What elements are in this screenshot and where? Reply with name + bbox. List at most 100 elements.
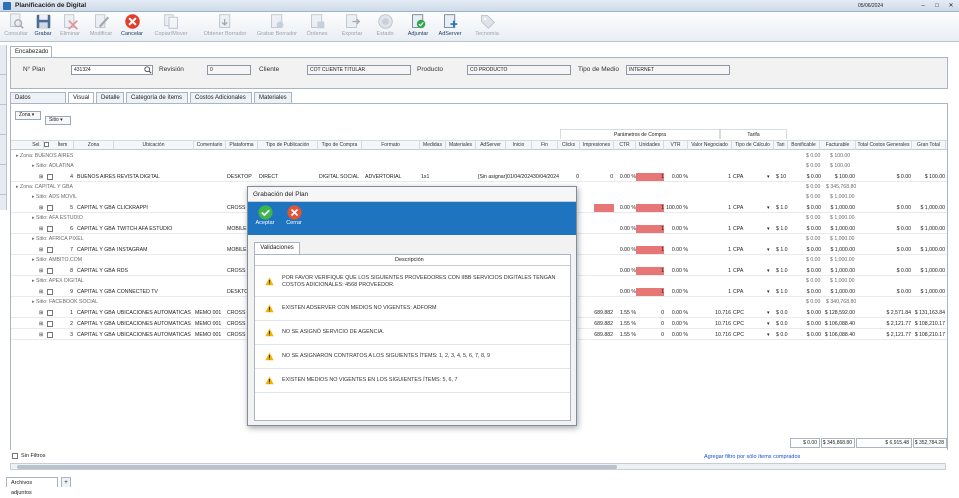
side-tab[interactable]	[0, 165, 6, 195]
cell-unidades[interactable]: 1	[636, 204, 664, 212]
accept-button[interactable]: Aceptar	[252, 205, 278, 233]
zone-group-header[interactable]: ▸ Zona: BUENOS AIRES	[16, 153, 73, 159]
site-group-header[interactable]: ▸ Sitio: AFRICA PIXEL	[32, 236, 84, 242]
chevron-down-icon[interactable]: ▾	[767, 225, 770, 233]
site-group-header[interactable]: ▸ Sitio: APEX DIGITAL	[32, 278, 84, 284]
chevron-down-icon[interactable]: ▾	[767, 320, 770, 328]
cell-tipo-calculo[interactable]: CPA	[733, 225, 759, 233]
col-fin[interactable]: Fin	[532, 140, 558, 150]
grabar-button[interactable]: Grabar	[31, 13, 55, 41]
zona-filter-button[interactable]: Zona ▾	[15, 111, 41, 120]
validation-message[interactable]: EXISTEN MEDIOS NO VIGENTES EN LOS SIGUIE…	[255, 369, 570, 393]
expand-icon[interactable]: ⊞	[39, 173, 43, 181]
eliminar-button[interactable]: Eliminar	[57, 13, 83, 41]
col-sel[interactable]: Sel.	[30, 140, 44, 150]
zone-group-header[interactable]: ▸ Zona: CAPITAL Y GBA	[16, 184, 73, 190]
grabar-borrador-button[interactable]: Grabar Borrador	[254, 13, 300, 41]
site-group-header[interactable]: ▸ Sitio: FACEBOOK SOCIAL	[32, 299, 98, 305]
encabezado-tab[interactable]: Encabezado	[10, 46, 52, 57]
side-tab[interactable]	[0, 75, 6, 105]
estado-button[interactable]: Estado	[372, 13, 398, 41]
consultar-button[interactable]: Consultar	[2, 13, 30, 41]
col-ctr[interactable]: CTR	[614, 140, 636, 150]
validaciones-tab[interactable]: Validaciones	[254, 242, 300, 254]
row-select-checkbox[interactable]	[47, 310, 53, 316]
col-item[interactable]: Ítem	[52, 140, 74, 150]
expand-icon[interactable]: ⊞	[39, 225, 43, 233]
tab-materiales[interactable]: Materiales	[254, 92, 292, 103]
tab-datos-principales[interactable]: Datos Principales	[10, 92, 66, 111]
cell-tipo-calculo[interactable]: CPA	[733, 173, 759, 181]
validation-message[interactable]: POR FAVOR VERIFIQUE QUE LOS SIGUIENTES P…	[255, 267, 570, 297]
cell-tipo-calculo[interactable]: CPC	[733, 309, 759, 317]
row-select-checkbox[interactable]	[47, 174, 53, 180]
col-tipo-calculo[interactable]: Tipo de Cálculo	[732, 140, 774, 150]
col-facturable[interactable]: Facturable	[820, 140, 856, 150]
expand-icon[interactable]: ⊞	[39, 309, 43, 317]
validation-message[interactable]: NO SE ASIGNARON CONTRATOS A LOS SIGUIENT…	[255, 345, 570, 369]
cell-unidades[interactable]: 1	[636, 246, 664, 254]
cell-impresiones[interactable]	[594, 204, 614, 212]
agregar-filtro-link[interactable]: Agregar filtro por sólo ítems comprados	[704, 454, 800, 460]
col-valor-negociado[interactable]: Valor Negociado	[688, 140, 732, 150]
col-formato[interactable]: Formato	[362, 140, 420, 150]
row-select-checkbox[interactable]	[47, 332, 53, 338]
cancelar-button[interactable]: Cancelar	[118, 13, 146, 41]
col-unidades[interactable]: Unidades	[636, 140, 664, 150]
expand-icon[interactable]: ⊞	[39, 267, 43, 275]
row-select-checkbox[interactable]	[47, 321, 53, 327]
sitio-filter-button[interactable]: Sitio ▾	[45, 116, 71, 125]
cell-tipo-calculo[interactable]: CPC	[733, 331, 759, 339]
table-row[interactable]: ⊞ 4 BUENOS AIRES REVISTA DIGITAL DESKTOP…	[11, 172, 947, 182]
plan-input[interactable]: 431324	[71, 65, 153, 75]
tecnomia-button[interactable]: Tecnomia	[470, 13, 504, 41]
col-clicks[interactable]: Clicks	[558, 140, 580, 150]
col-tarifa[interactable]: Tari	[774, 140, 788, 150]
archivos-adjuntos-tab[interactable]: Archivos adjuntos	[6, 477, 58, 496]
maximize-button[interactable]: □	[931, 2, 943, 10]
expand-icon[interactable]: ⊞	[39, 246, 43, 254]
tab-detalle[interactable]: Detalle	[96, 92, 124, 103]
row-select-checkbox[interactable]	[47, 247, 53, 253]
cell-tipo-calculo[interactable]: CPA	[733, 267, 759, 275]
cell-unidades[interactable]: 1	[636, 267, 664, 275]
chevron-down-icon[interactable]: ▾	[767, 309, 770, 317]
col-gran-total[interactable]: Gran Total	[912, 140, 946, 150]
col-ubicacion[interactable]: Ubicación	[114, 140, 194, 150]
select-all-checkbox[interactable]	[44, 142, 49, 147]
sin-filtros-checkbox[interactable]	[12, 453, 18, 459]
cell-unidades[interactable]: 1	[636, 288, 664, 296]
row-select-checkbox[interactable]	[47, 205, 53, 211]
site-group-header[interactable]: ▸ Sitio: ADLATINA	[32, 163, 74, 169]
chevron-down-icon[interactable]: ▾	[767, 246, 770, 254]
col-plataforma[interactable]: Plataforma	[226, 140, 258, 150]
col-adserver[interactable]: AdServer	[476, 140, 506, 150]
modificar-button[interactable]: Modificar	[86, 13, 116, 41]
adserver-button[interactable]: AdServer	[435, 13, 465, 41]
copiar-mover-button[interactable]: Copiar/Mover	[150, 13, 192, 41]
side-tab[interactable]	[0, 135, 6, 165]
row-select-checkbox[interactable]	[47, 289, 53, 295]
tab-categoria-items[interactable]: Categoría de ítems	[126, 92, 188, 103]
cell-tipo-calculo[interactable]: CPA	[733, 288, 759, 296]
expand-icon[interactable]: ⊞	[39, 320, 43, 328]
col-zona[interactable]: Zona	[74, 140, 114, 150]
col-medidas[interactable]: Medidas	[420, 140, 446, 150]
chevron-down-icon[interactable]: ▾	[767, 288, 770, 296]
close-dialog-button[interactable]: Cerrar	[281, 205, 307, 233]
cell-tipo-calculo[interactable]: CPC	[733, 320, 759, 328]
site-group-header[interactable]: ▸ Sitio: ADS MOVIL	[32, 194, 77, 200]
side-tab[interactable]	[0, 45, 6, 75]
close-window-button[interactable]: ✕	[945, 2, 957, 10]
cell-tipo-calculo[interactable]: CPA	[733, 246, 759, 254]
obtener-borrador-button[interactable]: Obtener Borrador	[200, 13, 250, 41]
chevron-down-icon[interactable]: ▾	[767, 204, 770, 212]
cell-tipo-calculo[interactable]: CPA	[733, 204, 759, 212]
site-group-header[interactable]: ▸ Sitio: AFA ESTUDIO	[32, 215, 83, 221]
col-total-costos[interactable]: Total Costos Generales	[856, 140, 912, 150]
minimize-button[interactable]: –	[917, 2, 929, 10]
chevron-down-icon[interactable]: ▾	[767, 173, 770, 181]
col-inicio[interactable]: Inicio	[506, 140, 532, 150]
cell-unidades[interactable]: 1	[636, 173, 664, 181]
col-bonificable[interactable]: Bonificable	[788, 140, 820, 150]
